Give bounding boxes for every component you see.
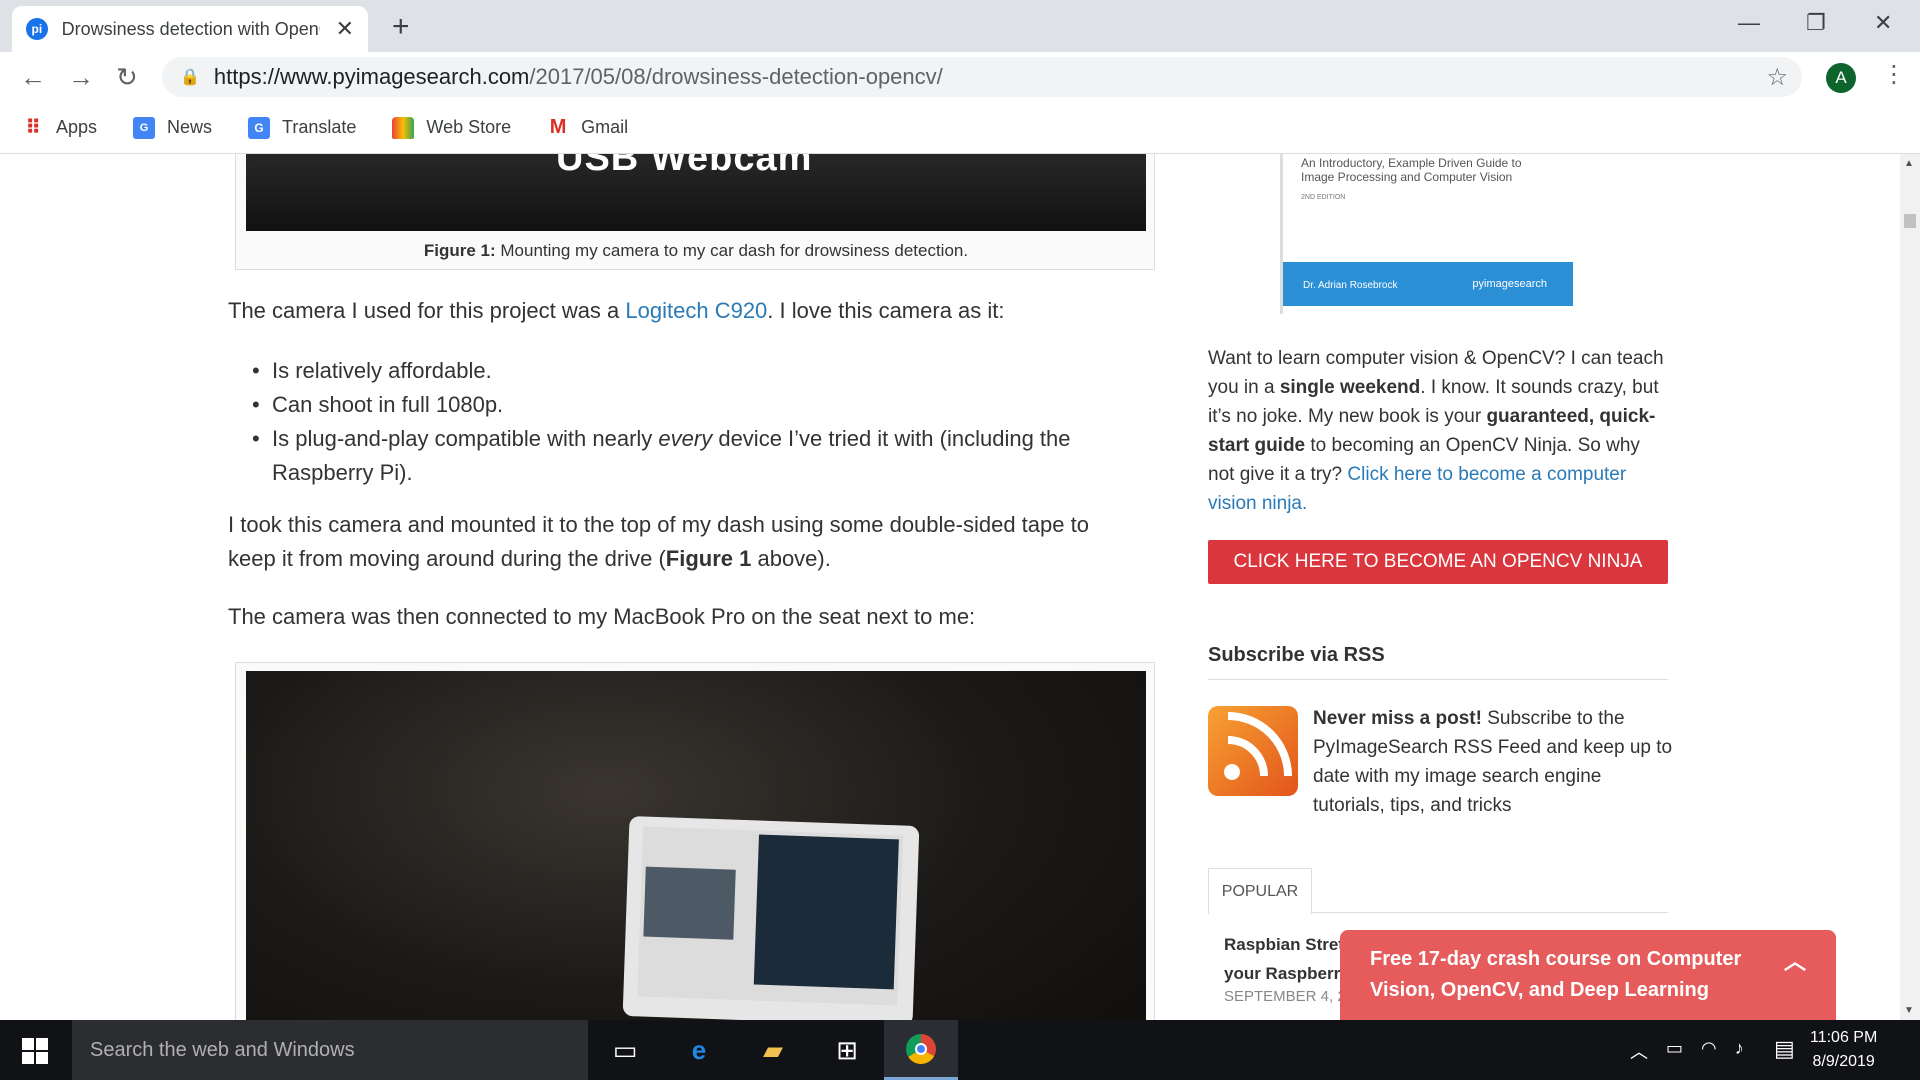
figure-1-caption: Figure 1: Mounting my camera to my car d…	[423, 241, 969, 260]
task-view-icon[interactable]: ▭	[588, 1020, 662, 1080]
scroll-up-icon[interactable]: ▲	[1904, 158, 1914, 169]
back-icon[interactable]: ←	[20, 62, 46, 93]
close-window-icon[interactable]: ✕	[1874, 10, 1892, 36]
windows-taskbar: Search the web and Windows ▭ e ▰ ⊞ ︿ ▭ ◠…	[0, 1020, 1920, 1080]
scrollbar[interactable]: ▲ ▼	[1900, 154, 1920, 1020]
edge-icon[interactable]: e	[662, 1020, 736, 1080]
notification-icon[interactable]: ▤	[1774, 1036, 1795, 1062]
bookmarks-bar: ⠿ Apps G News G Translate Web Store M Gm…	[0, 102, 1920, 154]
kebab-menu-icon[interactable]: ⋮	[1882, 60, 1906, 89]
browser-toolbar: ← → ↻ 🔒 https://www.pyimagesearch.com/20…	[0, 52, 1920, 102]
rss-icon[interactable]	[1208, 706, 1298, 796]
paragraph-mounting: I took this camera and mounted it to the…	[228, 512, 1089, 571]
wifi-icon[interactable]: ◠	[1701, 1038, 1717, 1064]
tab-popular[interactable]: POPULAR	[1208, 868, 1312, 914]
book-cover-image[interactable]: An Introductory, Example Driven Guide to…	[1280, 154, 1573, 314]
reload-icon[interactable]: ↻	[116, 62, 138, 93]
figure-2	[235, 662, 1155, 1020]
scrollbar-thumb[interactable]	[1904, 214, 1916, 228]
tab-strip: pi Drowsiness detection with OpenCV ✕ + …	[0, 0, 1920, 52]
laptop-image	[622, 816, 920, 1020]
chevron-up-icon[interactable]: ︿	[1630, 1038, 1648, 1064]
rss-heading: Subscribe via RSS	[1208, 644, 1668, 680]
lock-icon: 🔒	[180, 69, 200, 86]
scroll-down-icon[interactable]: ▼	[1904, 1005, 1914, 1016]
bookmark-star-icon[interactable]: ☆	[1766, 63, 1788, 92]
taskbar-clock[interactable]: 11:06 PM 8/9/2019	[1810, 1026, 1877, 1074]
page-content: USB Webcam Figure 1: Mounting my camera …	[0, 154, 1900, 1020]
paragraph-camera: The camera I used for this project was a…	[228, 298, 1005, 323]
translate-icon: G	[248, 116, 271, 139]
tab-title: Drowsiness detection with OpenCV	[61, 18, 320, 39]
close-tab-icon[interactable]: ✕	[336, 16, 354, 42]
forward-icon[interactable]: →	[68, 62, 94, 93]
browser-tab[interactable]: pi Drowsiness detection with OpenCV ✕	[12, 6, 368, 52]
chrome-icon[interactable]	[884, 1020, 958, 1080]
battery-icon[interactable]: ▭	[1666, 1038, 1683, 1064]
profile-avatar[interactable]: A	[1826, 63, 1856, 93]
pyimagesearch-favicon-icon: pi	[26, 18, 48, 40]
minimize-icon[interactable]: —	[1738, 10, 1760, 36]
volume-icon[interactable]: ♪	[1735, 1038, 1744, 1064]
store-icon[interactable]: ⊞	[810, 1020, 884, 1080]
apps-grid-icon: ⠿	[25, 117, 41, 139]
system-tray: ︿ ▭ ◠ ♪	[1630, 1038, 1744, 1064]
news-icon: G	[133, 116, 156, 139]
new-tab-button[interactable]: +	[392, 10, 410, 44]
rss-description: Never miss a post! Subscribe to the PyIm…	[1313, 708, 1673, 816]
bookmark-apps[interactable]: ⠿ Apps	[22, 117, 97, 139]
file-explorer-icon[interactable]: ▰	[736, 1020, 810, 1080]
taskbar-search-input[interactable]: Search the web and Windows	[72, 1020, 588, 1080]
paragraph-macbook: The camera was then connected to my MacB…	[228, 604, 976, 629]
figure-1: USB Webcam Figure 1: Mounting my camera …	[235, 154, 1155, 270]
bookmark-web-store[interactable]: Web Store	[392, 116, 511, 139]
logitech-link[interactable]: Logitech C920	[625, 298, 767, 323]
book-promo-text: Want to learn computer vision & OpenCV? …	[1208, 348, 1664, 514]
web-store-icon	[392, 116, 415, 139]
car-dash-photo: USB Webcam	[246, 154, 1146, 231]
restore-icon[interactable]: ❐	[1806, 10, 1826, 36]
laptop-in-car-photo	[246, 671, 1146, 1020]
chevron-up-icon[interactable]: ︿	[1784, 946, 1806, 977]
address-bar[interactable]: 🔒 https://www.pyimagesearch.com/2017/05/…	[162, 57, 1802, 97]
url-text: https://www.pyimagesearch.com/2017/05/08…	[213, 64, 943, 89]
crash-course-banner[interactable]: Free 17-day crash course on Computer Vis…	[1340, 930, 1836, 1020]
windows-start-icon[interactable]	[22, 1038, 48, 1064]
bookmark-translate[interactable]: G Translate	[248, 116, 356, 139]
gmail-icon: M	[549, 116, 567, 138]
bookmark-news[interactable]: G News	[133, 116, 212, 139]
bookmark-gmail[interactable]: M Gmail	[547, 116, 628, 139]
photo-overlay-text: USB Webcam	[556, 154, 813, 179]
become-ninja-button[interactable]: CLICK HERE TO BECOME AN OPENCV NINJA	[1208, 540, 1668, 584]
